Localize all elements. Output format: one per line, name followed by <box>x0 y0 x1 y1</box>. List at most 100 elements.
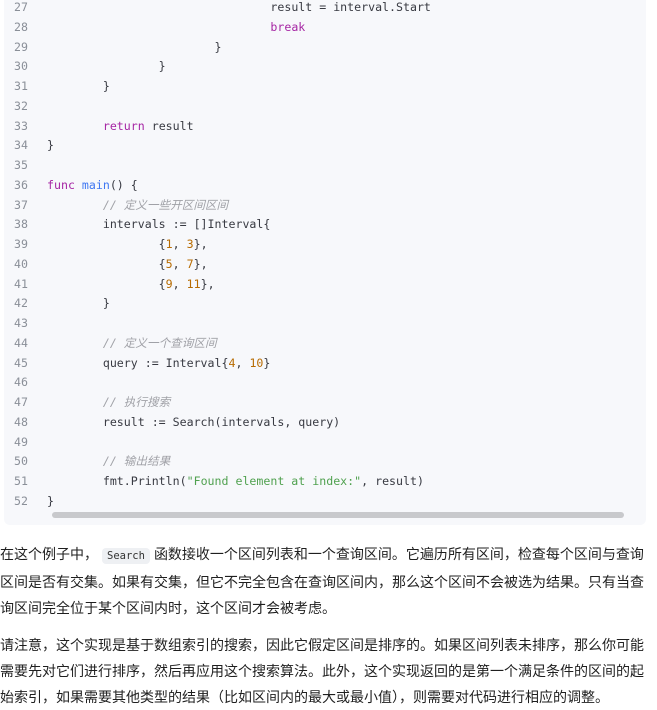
line-number: 36 <box>14 177 28 192</box>
code-token: 3 <box>186 237 194 251</box>
code-token: }, <box>193 237 208 251</box>
line-number: 31 <box>14 79 28 93</box>
line-number: 38 <box>14 217 28 232</box>
code-token: "Found element at index:" <box>186 474 362 488</box>
code-token: } <box>47 59 166 74</box>
code-token: { <box>47 276 166 291</box>
code-line: 32 <box>4 97 431 117</box>
line-number: 47 <box>14 395 28 409</box>
code-token: } <box>263 355 271 370</box>
line-number: 40 <box>14 256 28 271</box>
code-block: 27 result = interval.Start 28 break 29 } 30… <box>4 0 646 525</box>
code-token: 7 <box>186 256 194 271</box>
line-number: 45 <box>14 355 28 370</box>
code-token: result <box>144 118 194 133</box>
code-token: , <box>172 237 187 251</box>
line-number: 44 <box>14 335 28 350</box>
line-number: 28 <box>14 19 28 34</box>
paragraph-text: 在这个例子中， <box>0 546 98 562</box>
code-token: () { <box>109 177 138 192</box>
code-line: 52} <box>4 492 431 512</box>
code-token: result := Search(intervals, query) <box>47 414 341 429</box>
line-number: 49 <box>14 434 28 449</box>
code-line: 29 } <box>4 38 431 58</box>
code-token: fmt.Println( <box>47 474 187 488</box>
line-number: 27 <box>14 0 28 14</box>
code-line: 37 // 定义一些开区间区间 <box>4 196 431 216</box>
code-line: 41 {9, 11}, <box>4 275 431 295</box>
code-token: } <box>47 39 222 54</box>
code-token: } <box>47 138 54 153</box>
code-line: 43 <box>4 314 431 334</box>
line-number: 52 <box>14 493 28 508</box>
code-token: func <box>47 177 75 192</box>
explanation-paragraph: 在这个例子中， Search 函数接收一个区间列表和一个查询区间。它遍历所有区间，检… <box>0 541 657 621</box>
line-number: 46 <box>14 375 28 390</box>
line-number: 30 <box>14 59 28 74</box>
code-line: 51 fmt.Println("Found element at index:"… <box>4 472 431 492</box>
line-number: 39 <box>14 237 28 251</box>
line-number: 35 <box>14 158 28 172</box>
line-number: 37 <box>14 197 28 212</box>
code-line: 47 // 执行搜索 <box>4 393 431 413</box>
code-line: 27 result = interval.Start <box>4 0 431 18</box>
code-token: }, <box>200 276 215 291</box>
code-token: // 输出结果 <box>102 454 171 469</box>
code-line: 46 <box>4 373 431 393</box>
code-token: // 执行搜索 <box>102 395 171 409</box>
code-token: } <box>47 79 110 93</box>
code-token: 5 <box>165 256 173 271</box>
code-token: break <box>270 19 306 34</box>
code-token: , <box>172 276 187 291</box>
code-token: // 定义一些开区间区间 <box>102 197 229 212</box>
code-token: , result) <box>361 474 424 488</box>
inline-code-search: Search <box>102 548 150 564</box>
code-line: 30 } <box>4 57 431 77</box>
code-line: 44 // 定义一个查询区间 <box>4 334 431 354</box>
code-line: 40 {5, 7}, <box>4 255 431 275</box>
code-token: 1 <box>165 237 173 251</box>
code-token: } <box>47 493 54 508</box>
code-line: 33 return result <box>4 117 431 137</box>
code-token: }, <box>193 256 208 271</box>
line-number: 33 <box>14 118 28 133</box>
line-number: 41 <box>14 276 28 291</box>
code-line: 31 } <box>4 77 431 97</box>
code-token: // 定义一个查询区间 <box>102 335 217 350</box>
code-token: { <box>47 256 166 271</box>
code-line: 38 intervals := []Interval{ <box>4 215 431 235</box>
code-token: main <box>81 177 110 192</box>
code-token: , <box>235 355 250 370</box>
line-number: 51 <box>14 474 28 488</box>
code-line: 49 <box>4 433 431 453</box>
code-line: 28 break <box>4 18 431 38</box>
code-token: { <box>47 237 166 251</box>
horizontal-scrollbar[interactable] <box>52 512 624 518</box>
code-token: 9 <box>165 276 173 291</box>
note-paragraph: 请注意，这个实现是基于数组索引的搜索，因此它假定区间是排序的。如果区间列表未排序… <box>0 637 644 705</box>
code-line: 34} <box>4 136 431 156</box>
code-line: 50 // 输出结果 <box>4 452 431 472</box>
code-line: 35 <box>4 156 431 176</box>
code-token: result = interval.Start <box>270 0 431 14</box>
code-line: 45 query := Interval{4, 10} <box>4 354 431 374</box>
line-number: 42 <box>14 296 28 311</box>
code-token: 10 <box>249 355 264 370</box>
code-line: 39 {1, 3}, <box>4 235 431 255</box>
code-lines: 27 result = interval.Start 28 break 29 } 30… <box>4 0 431 512</box>
code-token: return <box>102 118 145 133</box>
line-number: 29 <box>14 39 28 54</box>
code-token: query := Interval{ <box>47 355 229 370</box>
line-number: 48 <box>14 414 28 429</box>
line-number: 50 <box>14 454 28 469</box>
code-token: intervals := []Interval{ <box>47 217 271 232</box>
line-number: 43 <box>14 316 28 330</box>
code-token: 11 <box>186 276 201 291</box>
line-number: 32 <box>14 98 28 113</box>
